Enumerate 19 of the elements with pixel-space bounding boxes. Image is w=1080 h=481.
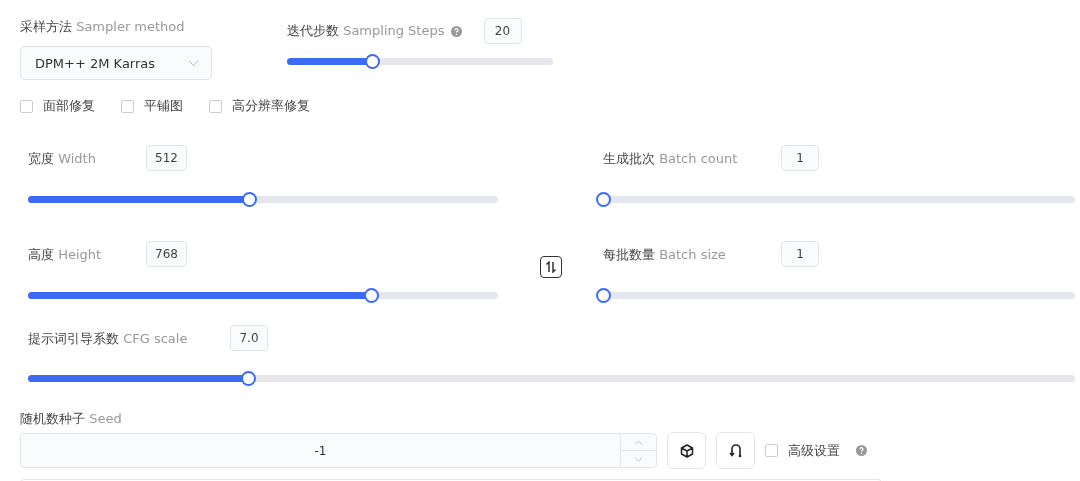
value-field[interactable]: 1 [781,145,819,171]
field-label: 宽度 Width [28,151,96,166]
field-label: 提示词引导系数 CFG scale [28,331,188,346]
field-label: 迭代步数 Sampling Steps [287,22,445,40]
field-label: 每批数量 Batch size [603,247,726,262]
field-label: 随机数种子 Seed [20,411,122,426]
value-field[interactable]: 768 [146,241,187,267]
value-field[interactable]: 512 [146,145,187,171]
field-label: 采样方法 Sampler method [20,18,186,36]
sampler-select[interactable]: DPM++ 2M Karras [20,46,212,80]
value-field[interactable]: 1 [781,241,819,267]
field-label: 高度 Height [28,247,102,262]
value-field[interactable]: 20 [483,18,522,44]
checkbox-option[interactable]: 平铺图 [121,97,183,115]
advanced-checkbox[interactable]: 高级设置 [765,441,840,460]
checkbox-option[interactable]: 高分辨率修复 [209,97,310,115]
value-field[interactable]: 7.0 [230,325,268,351]
checkbox-option[interactable]: 面部修复 [20,97,95,115]
field-label: 生成批次 Batch count [603,151,738,166]
